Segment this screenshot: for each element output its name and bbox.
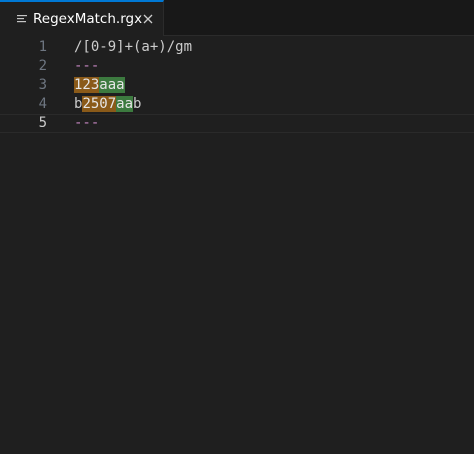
lines-icon [17, 15, 27, 23]
close-icon[interactable] [141, 12, 155, 26]
test-string: 123aaa [74, 76, 125, 95]
line-number: 4 [38, 96, 47, 112]
tab-title: RegexMatch.rgx [33, 11, 143, 27]
match-highlight: 123 [74, 77, 100, 93]
editor-window: RegexMatch.rgx 1 /[0-9]+(a+)/gm 2 --- 3 … [0, 0, 474, 454]
code-line-4: 4 b2507aab [0, 95, 474, 114]
code-line-2: 2 --- [0, 57, 474, 76]
match-highlight: 2507 [82, 96, 117, 112]
code-line-5: 5 --- [0, 114, 474, 133]
line-number: 1 [38, 39, 47, 55]
separator-line: --- [74, 115, 100, 131]
tab-regexmatch[interactable]: RegexMatch.rgx [0, 0, 164, 36]
group-highlight: aaa [99, 77, 125, 93]
line-number: 5 [38, 115, 47, 131]
separator-line: --- [74, 58, 100, 74]
code-line-1: 1 /[0-9]+(a+)/gm [0, 38, 474, 57]
test-string: b2507aab [74, 95, 141, 114]
code-editor[interactable]: 1 /[0-9]+(a+)/gm 2 --- 3 123aaa 4 b2507a… [0, 36, 474, 454]
line-number: 2 [38, 58, 47, 74]
group-highlight: aa [116, 96, 134, 112]
line-number: 3 [38, 77, 47, 93]
unmatched-text: b [133, 96, 142, 112]
regex-pattern: /[0-9]+(a+)/gm [74, 39, 193, 55]
code-line-3: 3 123aaa [0, 76, 474, 95]
tab-bar: RegexMatch.rgx [0, 0, 474, 36]
